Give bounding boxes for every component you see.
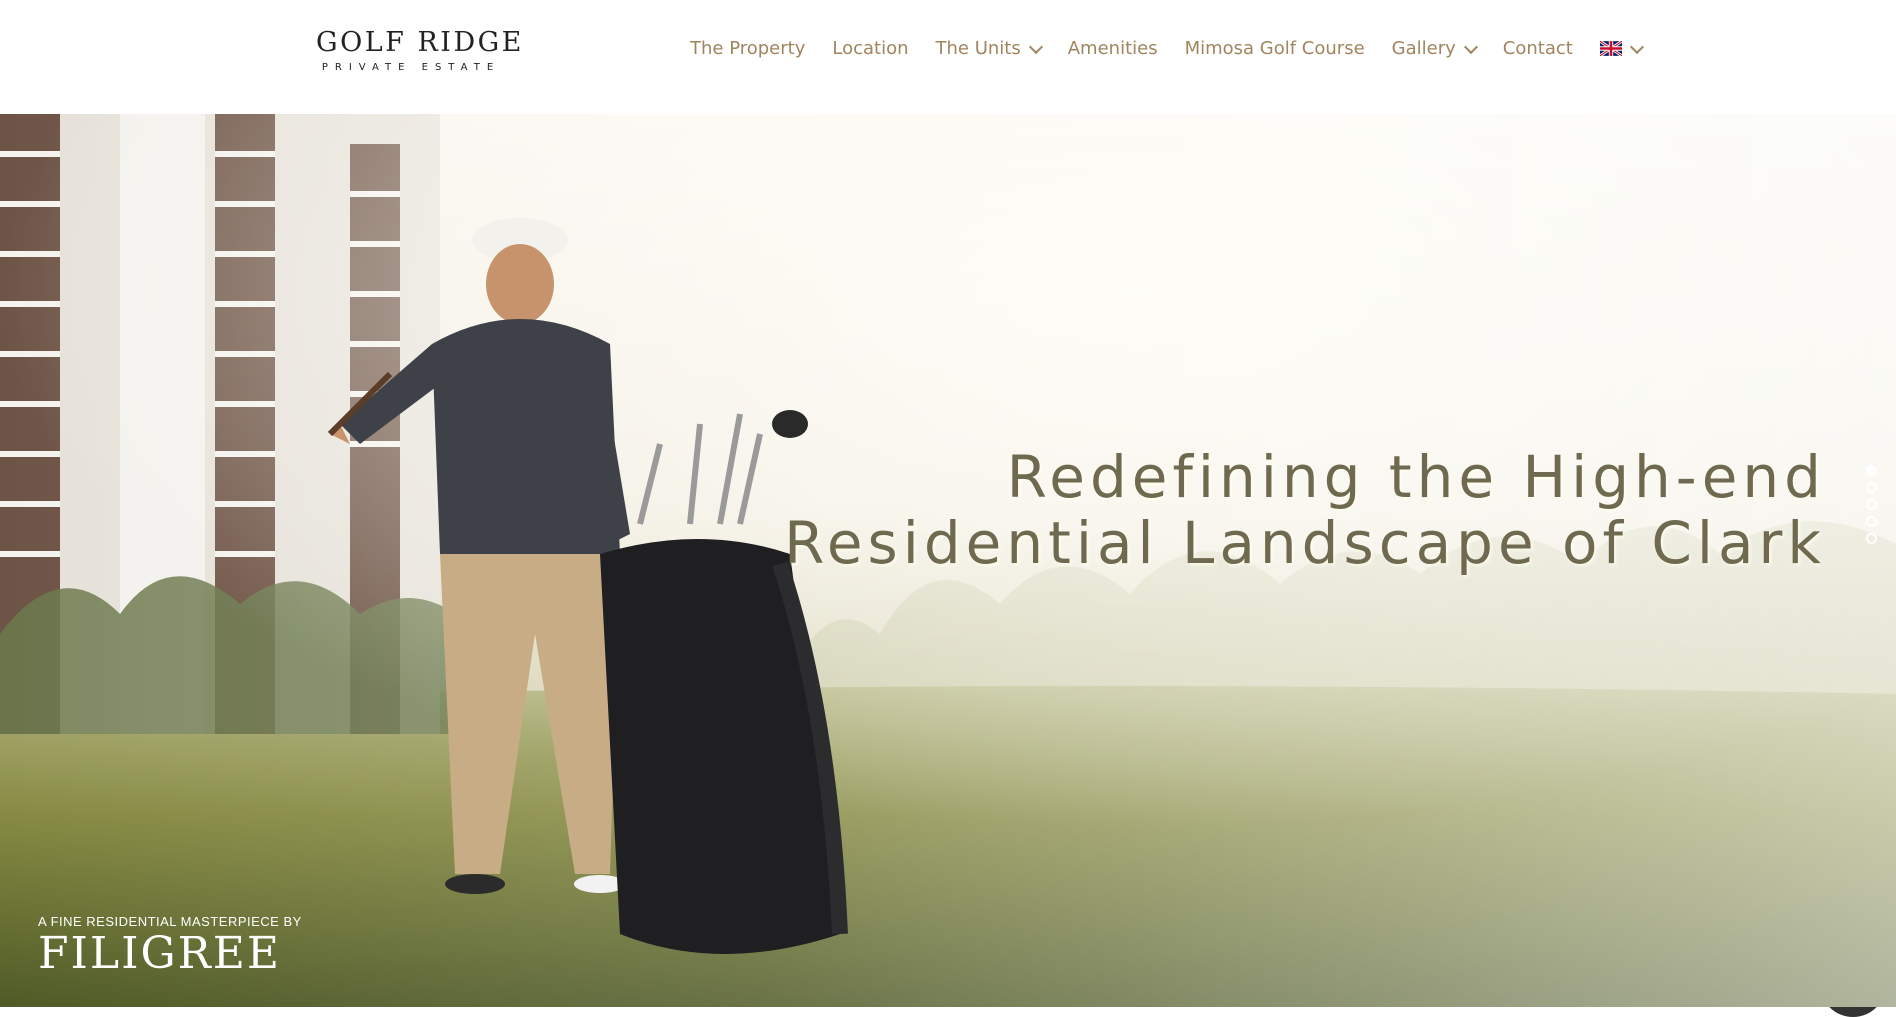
nav-label: Amenities	[1067, 38, 1158, 59]
nav-label: The Property	[690, 38, 806, 59]
slide-dot-4[interactable]	[1866, 516, 1877, 527]
nav-item-mimosa-golf-course[interactable]: Mimosa Golf Course	[1185, 38, 1365, 59]
nav-item-gallery[interactable]: Gallery	[1391, 38, 1478, 59]
hero-headline: Redefining the High-end Residential Land…	[726, 444, 1826, 576]
nav-label: Contact	[1502, 38, 1573, 59]
nav-label: Gallery	[1391, 38, 1456, 59]
nav-item-the-units[interactable]: The Units	[935, 38, 1043, 59]
nav-label: Location	[832, 38, 909, 59]
chevron-down-icon	[1629, 39, 1644, 54]
logo-tagline: PRIVATE ESTATE	[321, 62, 501, 73]
slide-dot-1[interactable]	[1866, 465, 1877, 476]
chevron-down-icon	[1463, 39, 1478, 54]
nav-label: The Units	[935, 38, 1021, 59]
developer-logo[interactable]: A FINE RESIDENTIAL MASTERPIECE BY FILIGR…	[38, 914, 302, 977]
hero-slider: Redefining the High-end Residential Land…	[0, 114, 1896, 1007]
nav-item-location[interactable]: Location	[832, 38, 908, 59]
hero-headline-line-1: Redefining the High-end	[1006, 443, 1826, 511]
nav-item-contact[interactable]: Contact	[1503, 38, 1573, 59]
logo-name: GOLF RIDGE	[316, 27, 524, 58]
site-header: GOLF RIDGE PRIVATE ESTATE The Property L…	[0, 0, 1896, 114]
nav-item-the-property[interactable]: The Property	[690, 38, 805, 59]
uk-flag-icon	[1599, 41, 1622, 56]
site-logo[interactable]: GOLF RIDGE PRIVATE ESTATE	[316, 27, 524, 74]
developer-tagline: A FINE RESIDENTIAL MASTERPIECE BY	[38, 914, 302, 929]
chevron-down-icon	[1028, 39, 1043, 54]
language-switcher[interactable]	[1599, 39, 1644, 56]
slide-dot-2[interactable]	[1866, 482, 1877, 493]
nav-label: Mimosa Golf Course	[1184, 38, 1365, 59]
nav-item-amenities[interactable]: Amenities	[1068, 38, 1158, 59]
developer-name: FILIGREE	[38, 928, 282, 979]
slide-dot-3[interactable]	[1866, 499, 1877, 510]
hero-headline-line-2: Residential Landscape of Clark	[784, 509, 1826, 577]
main-nav: The Property Location The Units Amenitie…	[690, 38, 1644, 59]
slider-pagination	[1866, 465, 1877, 550]
slide-dot-5[interactable]	[1866, 533, 1877, 544]
